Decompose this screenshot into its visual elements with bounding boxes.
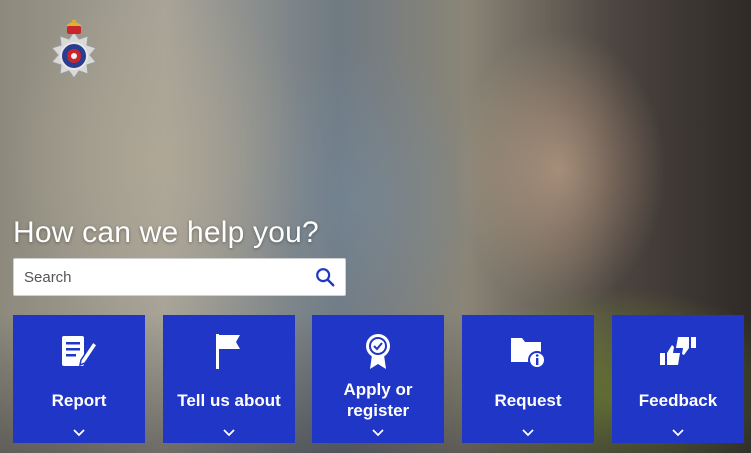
chevron-down-icon [223,429,235,437]
police-crest-icon[interactable] [46,20,102,84]
search-input[interactable] [14,259,305,295]
tile-apply-or-register[interactable]: Apply or register [312,315,444,443]
tile-feedback[interactable]: Feedback [612,315,744,443]
search-button[interactable] [305,259,345,295]
chevron-down-icon [73,429,85,437]
chevron-down-icon [672,429,684,437]
tile-request-label: Request [494,390,562,410]
tile-report-label: Report [51,390,107,410]
page-headline: How can we help you? [13,216,319,249]
tile-report[interactable]: Report [13,315,145,443]
hero-banner: How can we help you? Report [0,0,751,453]
folder-info-icon [511,338,546,369]
tile-tell-us-about[interactable]: Tell us about [163,315,295,443]
tile-request[interactable]: Request [462,315,594,443]
tile-tell-us-about-label: Tell us about [177,390,281,410]
thumbs-up-down-icon [660,337,696,365]
report-form-icon [62,336,99,367]
chevron-down-icon [372,429,384,437]
search-bar [13,258,346,296]
chevron-down-icon [522,429,534,437]
flag-icon [216,334,240,369]
tile-apply-or-register-label: Apply or register [343,380,413,420]
tile-feedback-label: Feedback [638,390,718,410]
search-icon [316,268,335,287]
award-rosette-icon [366,334,390,369]
